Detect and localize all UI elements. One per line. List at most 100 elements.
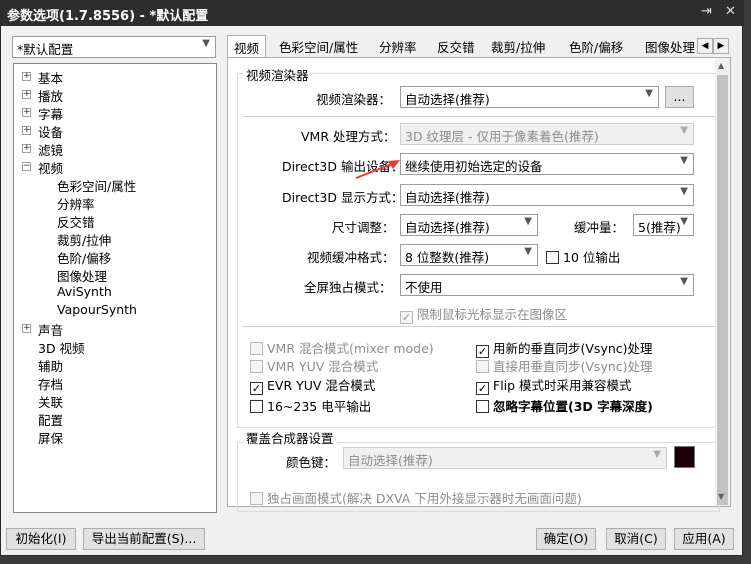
tab-bar: 视频 色彩空间/属性 分辨率 反交错 裁剪/拉伸 色阶/偏移 图像处理: [227, 35, 743, 58]
export-config-button[interactable]: 导出当前配置(S)...: [83, 528, 205, 550]
tree-item[interactable]: 滤镜: [38, 140, 63, 159]
tree-item[interactable]: 色彩空间/属性: [57, 176, 136, 195]
tree-item[interactable]: 关联: [38, 392, 63, 411]
color-key-select[interactable]: 自动选择(推荐) ▼: [343, 447, 667, 469]
tree-item[interactable]: 视频: [38, 158, 63, 177]
chevron-down-icon: ▼: [680, 216, 688, 227]
tree-item[interactable]: VapourSynth: [57, 302, 137, 317]
init-button[interactable]: 初始化(I): [6, 528, 76, 550]
scroll-down-icon[interactable]: ▼: [718, 492, 724, 501]
fullscreen-label: 全屏独占模式：: [304, 280, 392, 295]
tab[interactable]: 视频: [227, 35, 267, 58]
tab[interactable]: 反交错: [437, 37, 475, 56]
chevron-down-icon: ▼: [680, 186, 688, 197]
surface-value: 8 位整数(推荐): [405, 250, 490, 265]
chevron-down-icon: ▼: [524, 246, 532, 257]
expand-icon[interactable]: +: [22, 144, 31, 153]
vmr-mode-value: 3D 纹理层 - 仅用于像素着色(推荐): [405, 129, 599, 144]
vmr-yuv-checkbox[interactable]: VMR YUV 混合模式: [250, 356, 378, 375]
divider: [242, 116, 715, 117]
limit-cursor-checkbox[interactable]: ✓ 限制鼠标光标显示在图像区: [400, 304, 567, 324]
tree-item[interactable]: 基本: [38, 68, 63, 87]
annotation-arrow: [355, 160, 400, 179]
fullscreen-value: 不使用: [405, 280, 443, 295]
renderer-label: 视频渲染器：: [316, 92, 392, 107]
d3d-device-select[interactable]: 继续使用初始选定的设备 ▼: [400, 153, 694, 175]
exclusive-checkbox[interactable]: 独占画面模式(解决 DXVA 下用外接显示器时无画面问题): [250, 488, 582, 507]
profile-select[interactable]: *默认配置 ▼: [12, 36, 216, 58]
tab[interactable]: 色阶/偏移: [569, 37, 623, 56]
vsync-new-checkbox[interactable]: ✓ 用新的垂直同步(Vsync)处理: [476, 338, 653, 358]
apply-button[interactable]: 应用(A): [674, 528, 734, 550]
tree-item[interactable]: 辅助: [38, 356, 63, 375]
tab[interactable]: 色彩空间/属性: [279, 37, 358, 56]
tree-item[interactable]: 声音: [38, 320, 63, 339]
tree-item[interactable]: 裁剪/拉伸: [57, 230, 111, 249]
scrollbar-thumb[interactable]: [717, 75, 728, 505]
d3d-display-select[interactable]: 自动选择(推荐) ▼: [400, 184, 694, 206]
tree-item[interactable]: 色阶/偏移: [57, 248, 111, 267]
expand-icon[interactable]: +: [22, 324, 31, 333]
expand-icon[interactable]: +: [22, 126, 31, 135]
tree-item[interactable]: 3D 视频: [38, 338, 85, 357]
tab-scroll-left-icon[interactable]: ◀: [697, 38, 713, 54]
tree-item[interactable]: 存档: [38, 374, 63, 393]
vmr-mixer-label: VMR 混合模式(mixer mode): [267, 341, 434, 356]
resize-select[interactable]: 自动选择(推荐) ▼: [400, 214, 538, 236]
levels-checkbox[interactable]: 16~235 电平输出: [250, 396, 371, 415]
ignore-subtitle-label: 忽略字幕位置(3D 字幕深度): [493, 399, 653, 414]
expand-icon[interactable]: +: [22, 108, 31, 117]
tree-item[interactable]: 播放: [38, 86, 63, 105]
video-settings-panel: 视频渲染器 视频渲染器： 自动选择(推荐) ▼ ... VMR 处理方式： 3D …: [227, 57, 731, 512]
tree-item[interactable]: 屏保: [38, 428, 63, 447]
tree-item[interactable]: 图像处理: [57, 266, 107, 285]
vsync-direct-label: 直接用垂直同步(Vsync)处理: [493, 359, 653, 374]
color-key-label: 颜色键：: [286, 455, 337, 470]
vmr-mode-select[interactable]: 3D 纹理层 - 仅用于像素着色(推荐) ▼: [400, 123, 694, 145]
color-swatch[interactable]: [674, 446, 695, 468]
tab[interactable]: 图像处理: [645, 37, 695, 56]
vmr-yuv-label: VMR YUV 混合模式: [267, 359, 379, 374]
checkbox-box: [476, 360, 489, 373]
flip-checkbox[interactable]: ✓ Flip 模式时采用兼容模式: [476, 375, 632, 395]
tab[interactable]: 裁剪/拉伸: [491, 37, 545, 56]
chevron-down-icon: ▼: [680, 125, 688, 136]
renderer-select[interactable]: 自动选择(推荐) ▼: [400, 86, 659, 108]
vsync-direct-checkbox[interactable]: 直接用垂直同步(Vsync)处理: [476, 356, 653, 375]
evr-yuv-checkbox[interactable]: ✓ EVR YUV 混合模式: [250, 375, 375, 395]
scroll-up-icon[interactable]: ▲: [718, 61, 724, 70]
collapse-icon[interactable]: −: [22, 162, 31, 171]
d3d-display-label: Direct3D 显示方式：: [282, 190, 404, 205]
checkbox-box: [476, 400, 489, 413]
renderer-more-button[interactable]: ...: [665, 86, 694, 108]
tab-scroll-right-icon[interactable]: ▶: [713, 38, 729, 54]
expand-icon[interactable]: +: [22, 72, 31, 81]
surface-select[interactable]: 8 位整数(推荐) ▼: [400, 244, 538, 266]
expand-icon[interactable]: +: [22, 90, 31, 99]
checkbox-box: ✓: [400, 311, 413, 324]
tab[interactable]: 分辨率: [379, 37, 417, 56]
panel-scrollbar[interactable]: ▲ ▼: [715, 58, 730, 506]
tree-item[interactable]: 配置: [38, 410, 63, 429]
cancel-button[interactable]: 取消(C): [606, 528, 666, 550]
fullscreen-select[interactable]: 不使用 ▼: [400, 274, 694, 296]
tree-item[interactable]: 字幕: [38, 104, 63, 123]
vmr-mixer-checkbox[interactable]: VMR 混合模式(mixer mode): [250, 338, 434, 357]
tree-item[interactable]: 反交错: [57, 212, 95, 231]
tree-item[interactable]: 分辨率: [57, 194, 95, 213]
tree-item[interactable]: 设备: [38, 122, 63, 141]
tree-item[interactable]: AviSynth: [57, 284, 112, 299]
pin-icon[interactable]: ⇥: [701, 4, 712, 19]
output10-checkbox[interactable]: 10 位输出: [546, 247, 620, 266]
ok-button[interactable]: 确定(O): [536, 528, 596, 550]
profile-select-value: *默认配置: [17, 42, 74, 57]
overlay-group-title: 覆盖合成器设置: [243, 428, 337, 447]
buffer-value: 5(推荐): [638, 220, 681, 235]
chevron-down-icon: ▼: [645, 88, 653, 99]
window-title: 参数选项(1.7.8556) - *默认配置: [7, 9, 209, 24]
exclusive-label: 独占画面模式(解决 DXVA 下用外接显示器时无画面问题): [267, 491, 582, 506]
close-icon[interactable]: ✕: [725, 4, 736, 19]
ignore-subtitle-checkbox[interactable]: 忽略字幕位置(3D 字幕深度): [476, 396, 653, 415]
buffer-select[interactable]: 5(推荐) ▼: [633, 214, 694, 236]
d3d-device-value: 继续使用初始选定的设备: [405, 159, 543, 174]
